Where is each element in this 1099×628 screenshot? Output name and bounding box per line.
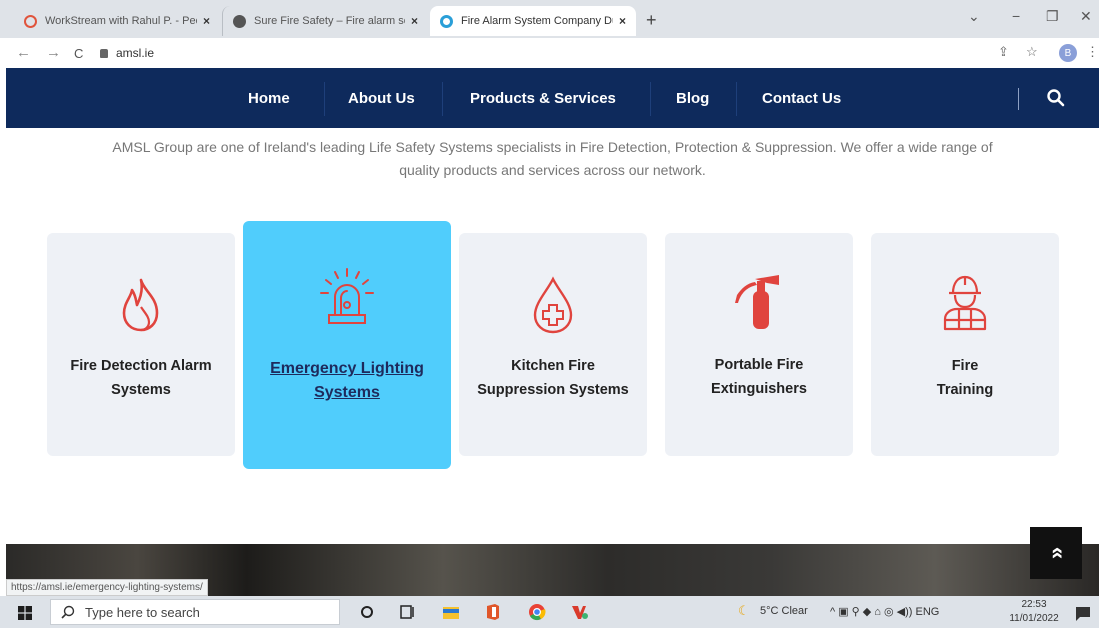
nav-divider bbox=[650, 82, 651, 116]
site-navigation: Home About Us Products & Services Blog C… bbox=[6, 68, 1099, 128]
close-tab-icon[interactable]: × bbox=[203, 14, 210, 28]
profile-avatar[interactable]: B bbox=[1059, 44, 1077, 62]
close-window-button[interactable]: ✕ bbox=[1080, 8, 1092, 25]
service-title-line: Portable Fire bbox=[714, 357, 804, 373]
weather-text[interactable]: 5°C Clear bbox=[760, 605, 808, 617]
service-card-kitchen-fire[interactable]: Kitchen Fire Suppression Systems bbox=[459, 233, 647, 456]
windows-start-icon[interactable] bbox=[18, 606, 32, 620]
intro-text: AMSL Group are one of Ireland's leading … bbox=[60, 136, 1045, 182]
status-bar-url: https://amsl.ie/emergency-lighting-syste… bbox=[6, 579, 208, 596]
workstream-favicon-icon bbox=[24, 14, 37, 28]
service-title-line: Fire Detection Alarm bbox=[70, 358, 212, 374]
intro-line: quality products and services across our… bbox=[399, 162, 706, 178]
search-icon[interactable] bbox=[1046, 88, 1066, 108]
close-tab-icon[interactable]: × bbox=[411, 14, 418, 28]
service-card-label[interactable]: Emergency Lighting Systems bbox=[243, 357, 451, 405]
nav-divider bbox=[324, 82, 325, 116]
clock-time: 22:53 bbox=[1021, 599, 1047, 610]
office-icon[interactable] bbox=[484, 603, 502, 621]
service-card-emergency-lighting[interactable]: Emergency Lighting Systems bbox=[243, 221, 451, 469]
minimize-button[interactable]: − bbox=[1012, 8, 1020, 24]
browser-menu-icon[interactable]: ⋮ bbox=[1086, 44, 1099, 60]
scroll-to-top-button[interactable]: » bbox=[1030, 527, 1082, 579]
share-icon[interactable]: ⇪ bbox=[998, 44, 1009, 60]
taskbar-search-placeholder: Type here to search bbox=[85, 604, 200, 620]
service-title-line: Systems bbox=[111, 382, 171, 398]
nav-about-us[interactable]: About Us bbox=[348, 90, 415, 107]
nav-divider bbox=[442, 82, 443, 116]
notifications-icon[interactable] bbox=[1074, 605, 1092, 623]
address-bar-row: ← → C amsl.ie ⇪ ☆ B ⋮ bbox=[0, 38, 1099, 68]
service-title-line[interactable]: Emergency Lighting bbox=[243, 357, 451, 381]
service-card-portable-extinguishers[interactable]: Portable Fire Extinguishers bbox=[665, 233, 853, 456]
browser-tab-strip: WorkStream with Rahul P. - Peo × Sure Fi… bbox=[0, 0, 1099, 38]
firefighter-icon bbox=[943, 275, 987, 331]
file-explorer-icon[interactable] bbox=[442, 603, 460, 621]
weather-moon-icon: ☾ bbox=[738, 603, 750, 618]
service-title-line[interactable]: Systems bbox=[243, 381, 451, 405]
cortana-icon[interactable] bbox=[358, 603, 376, 621]
amsl-favicon-icon bbox=[440, 14, 453, 28]
new-tab-button[interactable]: + bbox=[646, 10, 657, 31]
url-bar[interactable]: amsl.ie bbox=[100, 42, 1000, 64]
clock-date: 11/01/2022 bbox=[1009, 613, 1059, 624]
nav-products-services[interactable]: Products & Services bbox=[470, 90, 616, 107]
siren-icon bbox=[320, 268, 374, 324]
url-text: amsl.ie bbox=[116, 46, 155, 60]
tab-title: WorkStream with Rahul P. - Peo bbox=[45, 15, 197, 27]
extinguisher-icon bbox=[735, 275, 779, 329]
service-card-label: Fire Detection Alarm Systems bbox=[47, 354, 235, 402]
chrome-icon[interactable] bbox=[528, 603, 546, 621]
reload-button[interactable]: C bbox=[74, 46, 83, 61]
taskbar-search-input[interactable]: Type here to search bbox=[50, 599, 340, 625]
forward-button[interactable]: → bbox=[46, 44, 61, 61]
windows-taskbar: Type here to search ☾ 5°C Clear ^ ▣ ⚲ ◆ … bbox=[0, 596, 1099, 628]
close-tab-icon[interactable]: × bbox=[619, 14, 626, 28]
service-card-fire-detection[interactable]: Fire Detection Alarm Systems bbox=[47, 233, 235, 456]
restore-button[interactable]: ❐ bbox=[1046, 8, 1059, 25]
nav-divider bbox=[1018, 88, 1019, 110]
tab-title: Fire Alarm System Company Dub bbox=[461, 15, 613, 27]
search-icon bbox=[61, 605, 75, 619]
lock-icon bbox=[100, 48, 108, 58]
service-card-label: Fire Training bbox=[871, 354, 1059, 402]
nav-divider bbox=[736, 82, 737, 116]
service-title-line: Training bbox=[936, 382, 994, 398]
drop-cross-icon bbox=[533, 276, 573, 334]
browser-tab[interactable]: Sure Fire Safety – Fire alarm serv × bbox=[222, 6, 428, 36]
app-icon[interactable] bbox=[570, 603, 588, 621]
service-title-line: Suppression Systems bbox=[477, 382, 629, 398]
browser-tab-active[interactable]: Fire Alarm System Company Dub × bbox=[430, 6, 636, 36]
service-card-label: Kitchen Fire Suppression Systems bbox=[459, 354, 647, 402]
globe-favicon-icon bbox=[233, 14, 246, 28]
taskbar-clock[interactable]: 22:53 11/01/2022 bbox=[1006, 598, 1062, 626]
bookmark-star-icon[interactable]: ☆ bbox=[1026, 44, 1038, 60]
flame-icon bbox=[122, 278, 159, 332]
service-title-line: Extinguishers bbox=[711, 381, 807, 397]
nav-home[interactable]: Home bbox=[248, 90, 290, 107]
service-card-fire-training[interactable]: Fire Training bbox=[871, 233, 1059, 456]
nav-blog[interactable]: Blog bbox=[676, 90, 709, 107]
service-title-line: Fire bbox=[951, 358, 979, 374]
system-tray-icons[interactable]: ^ ▣ ⚲ ◆ ⌂ ◎ ◀)) ENG bbox=[830, 605, 939, 618]
task-view-icon[interactable] bbox=[398, 603, 416, 621]
tab-title: Sure Fire Safety – Fire alarm serv bbox=[254, 15, 405, 27]
nav-contact-us[interactable]: Contact Us bbox=[762, 90, 841, 107]
service-title-line: Kitchen Fire bbox=[511, 358, 595, 374]
intro-line: AMSL Group are one of Ireland's leading … bbox=[112, 139, 993, 155]
service-card-label: Portable Fire Extinguishers bbox=[665, 353, 853, 401]
tab-search-icon[interactable]: ⌄ bbox=[968, 8, 980, 25]
back-button[interactable]: ← bbox=[16, 44, 31, 61]
browser-tab[interactable]: WorkStream with Rahul P. - Peo × bbox=[14, 6, 220, 36]
